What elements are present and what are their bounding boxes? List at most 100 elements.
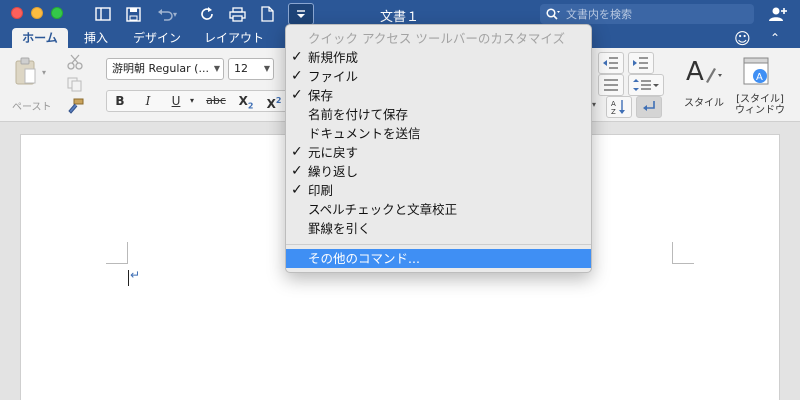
font-size-value: 12 — [234, 62, 248, 75]
italic-button[interactable]: I — [136, 90, 160, 112]
menu-item-more-commands[interactable]: その他のコマンド... — [286, 249, 591, 268]
style-window-icon: A — [743, 57, 769, 85]
tab-insert[interactable]: 挿入 — [78, 28, 114, 48]
new-document-icon[interactable] — [256, 3, 278, 25]
style-window-label: [スタイル] ウィンドウ — [730, 94, 790, 116]
menu-item-label: 繰り返し — [308, 164, 359, 179]
margin-corner-top-left — [106, 242, 128, 264]
margin-corner-top-right — [672, 242, 694, 264]
paste-dropdown-icon[interactable]: ▾ — [42, 68, 46, 77]
svg-text:A: A — [686, 57, 704, 87]
styles-label: スタイル — [684, 98, 724, 109]
save-icon[interactable] — [122, 3, 144, 25]
tab-home[interactable]: ホーム — [12, 28, 68, 48]
tab-design[interactable]: デザイン — [126, 28, 188, 48]
menu-header: クイック アクセス ツールバーのカスタマイズ — [308, 31, 565, 46]
sort-icon: AZ — [611, 100, 625, 115]
document-title: 文書１ — [380, 10, 420, 25]
checkmark-icon: ✓ — [291, 182, 303, 198]
styles-button[interactable]: A — [684, 54, 724, 94]
paste-label: ペースト — [12, 102, 52, 113]
menu-item-spelling-grammar[interactable]: スペルチェックと文章校正 — [286, 200, 591, 219]
checkmark-icon: ✓ — [291, 144, 303, 160]
checkmark-icon: ✓ — [291, 163, 303, 179]
sort-button[interactable]: AZ — [606, 96, 632, 118]
font-size-combo[interactable]: 12 ▼ — [228, 58, 274, 80]
menu-item-print[interactable]: ✓ 印刷 — [286, 181, 591, 200]
cut-icon[interactable] — [66, 54, 84, 70]
styles-icon: A — [686, 57, 722, 87]
checkmark-icon: ✓ — [291, 87, 303, 103]
increase-indent-button[interactable] — [628, 52, 654, 74]
paragraph-mark: ↵ — [130, 268, 141, 282]
collapse-ribbon-icon[interactable]: ⌃ — [770, 31, 780, 45]
zoom-window-button[interactable] — [51, 7, 63, 19]
share-icon[interactable] — [768, 6, 788, 26]
menu-item-new[interactable]: ✓ 新規作成 — [286, 48, 591, 67]
menu-item-save[interactable]: ✓ 保存 — [286, 86, 591, 105]
checkmark-icon: ✓ — [291, 68, 303, 84]
font-name-combo[interactable]: 游明朝 Regular (... ▼ — [106, 58, 224, 80]
font-name-value: 游明朝 Regular (... — [112, 62, 209, 75]
decrease-indent-icon — [603, 57, 618, 69]
style-window-button[interactable]: A — [740, 56, 774, 88]
menu-item-label: 罫線を引く — [308, 221, 371, 236]
distributed-icon — [604, 79, 618, 91]
tab-layout[interactable]: レイアウト — [198, 28, 270, 48]
search-box[interactable] — [540, 4, 754, 24]
underline-button[interactable]: U — [164, 90, 188, 112]
undo-dropdown-icon[interactable]: ▾ — [170, 3, 180, 25]
menu-item-draw-borders[interactable]: 罫線を引く — [286, 219, 591, 238]
menu-item-file[interactable]: ✓ ファイル — [286, 67, 591, 86]
customize-toolbar-menu: クイック アクセス ツールバーのカスタマイズ ✓ 新規作成 ✓ ファイル ✓ 保… — [285, 24, 592, 273]
menu-item-undo[interactable]: ✓ 元に戻す — [286, 143, 591, 162]
paragraph-mark-icon — [643, 101, 655, 111]
menu-item-label: 印刷 — [308, 183, 334, 198]
distributed-button[interactable] — [598, 74, 624, 96]
menu-separator — [286, 244, 591, 245]
bold-button[interactable]: B — [108, 90, 132, 112]
svg-text:A: A — [756, 72, 763, 83]
strikethrough-button[interactable]: abc — [202, 90, 230, 112]
sidebar-toggle-icon[interactable] — [92, 3, 114, 25]
menu-item-repeat[interactable]: ✓ 繰り返し — [286, 162, 591, 181]
close-window-button[interactable] — [11, 7, 23, 19]
clipboard-icon — [15, 57, 36, 85]
chevron-down-icon: ▾ — [592, 100, 597, 109]
paste-button[interactable]: ▾ ペースト — [8, 54, 58, 114]
underline-dropdown-icon[interactable]: ▾ — [186, 90, 198, 112]
print-icon[interactable] — [226, 3, 248, 25]
text-cursor — [128, 270, 129, 286]
menu-item-label: ファイル — [308, 69, 359, 84]
redo-icon[interactable] — [196, 3, 218, 25]
menu-item-label: スペルチェックと文章校正 — [308, 202, 458, 217]
chevron-down-icon: ▼ — [263, 64, 270, 73]
increase-indent-icon — [633, 57, 648, 69]
checkmark-icon: ✓ — [291, 49, 303, 65]
menu-item-label: 保存 — [308, 88, 334, 103]
line-spacing-button[interactable] — [628, 74, 664, 96]
chevron-down-icon: ▼ — [213, 64, 220, 73]
line-spacing-icon — [633, 79, 659, 91]
menu-item-save-as[interactable]: 名前を付けて保存 — [286, 105, 591, 124]
show-paragraph-marks-button[interactable] — [636, 96, 662, 118]
svg-text:A: A — [611, 100, 616, 108]
minimize-window-button[interactable] — [31, 7, 43, 19]
superscript-button[interactable]: X2 — [262, 90, 286, 112]
search-icon — [546, 8, 560, 20]
search-input[interactable] — [566, 7, 736, 21]
customize-toolbar-dropdown-icon[interactable] — [288, 3, 314, 25]
menu-item-send-document[interactable]: ドキュメントを送信 — [286, 124, 591, 143]
menu-item-label: 名前を付けて保存 — [308, 107, 409, 122]
menu-item-label: ドキュメントを送信 — [308, 126, 421, 141]
svg-text:Z: Z — [611, 108, 616, 115]
style-window-label-line1: [スタイル] — [736, 94, 784, 105]
copy-icon[interactable] — [66, 76, 84, 92]
decrease-indent-button[interactable] — [598, 52, 624, 74]
menu-item-label: 元に戻す — [308, 145, 359, 160]
style-window-label-line2: ウィンドウ — [735, 105, 785, 116]
feedback-smiley-icon[interactable]: ☺ — [734, 29, 751, 48]
subscript-button[interactable]: X2 — [234, 90, 258, 112]
format-painter-icon[interactable] — [66, 98, 84, 114]
menu-item-label: 新規作成 — [308, 50, 359, 65]
